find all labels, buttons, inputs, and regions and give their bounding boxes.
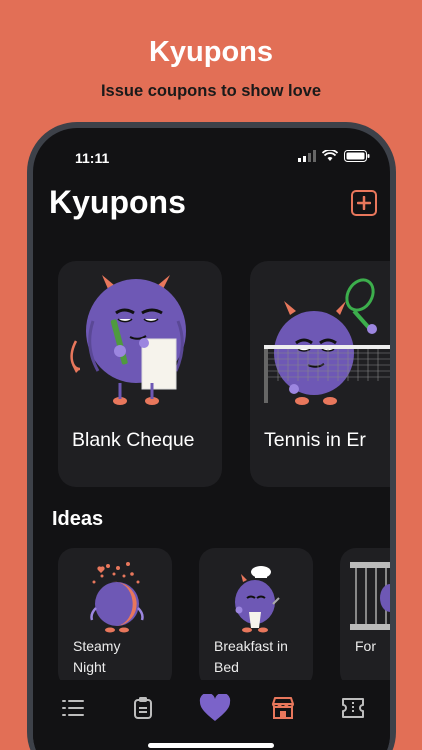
tab-ticket[interactable] [339,694,367,722]
phone-frame: 11:11 Kyupons Blank Cheque Tennis in Er … [27,122,396,750]
battery-icon [344,150,370,162]
ticket-icon [342,698,364,718]
idea-card-label: Steamy Night [73,638,121,675]
signal-icon [298,150,316,162]
app-screen: 11:11 Kyupons Blank Cheque Tennis in Er … [33,128,390,750]
list-icon [62,700,84,716]
plus-icon [357,196,371,210]
monster-steamy-night-illustration [90,562,144,633]
heart-icon [199,694,231,721]
tab-store[interactable] [269,694,297,722]
tab-heart[interactable] [198,693,232,723]
coupon-card-label: Blank Cheque [72,429,195,451]
coupon-card-blank-cheque[interactable]: Blank Cheque [58,261,222,487]
idea-card-label: For [355,638,376,654]
idea-card-forgive[interactable]: For [340,548,390,688]
monster-tennis-illustration [264,278,390,405]
clipboard-icon [134,697,152,719]
ideas-section-title: Ideas [52,508,104,530]
idea-card-label: Breakfast in Bed [214,638,288,675]
idea-card-steamy-night[interactable]: Steamy Night [58,548,172,688]
add-coupon-button[interactable] [351,190,377,216]
tab-list[interactable] [59,694,87,722]
monster-jail-illustration [350,562,390,630]
monster-cheque-illustration [70,275,186,405]
coupon-card-label: Tennis in Er [264,429,366,451]
idea-card-breakfast-in-bed[interactable]: Breakfast in Bed [199,548,313,688]
status-icons [298,150,370,162]
tab-clipboard[interactable] [129,694,157,722]
home-indicator[interactable] [148,743,274,748]
promo-subtitle: Issue coupons to show love [100,82,322,100]
page-title: Kyupons [49,184,186,220]
tab-bar [33,680,390,750]
promo-title: Kyupons [148,36,274,68]
coupon-card-tennis[interactable]: Tennis in Er [250,261,390,487]
status-time: 11:11 [75,150,110,166]
wifi-icon [322,150,338,161]
monster-chef-illustration [235,566,280,633]
store-icon [272,697,294,719]
